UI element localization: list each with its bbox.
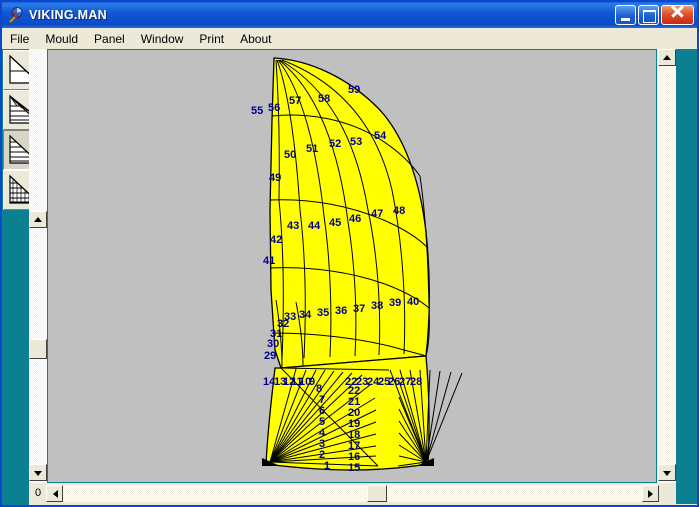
panel-label-48: 48 (393, 205, 405, 217)
right-teal-panel (676, 49, 697, 483)
window-title: VIKING.MAN (29, 8, 107, 22)
panel-label-58: 58 (318, 93, 330, 105)
vscroll-right-down-button[interactable] (658, 464, 676, 481)
panel-label-28: 28 (410, 376, 422, 388)
menu-item-mould[interactable]: Mould (37, 30, 86, 48)
scrollbar-corner (676, 483, 697, 504)
minimize-button[interactable] (615, 5, 636, 25)
menu-item-panel[interactable]: Panel (86, 30, 133, 48)
panel-label-37: 37 (353, 303, 365, 315)
vscroll-right-up-button[interactable] (658, 49, 676, 66)
panel-label-49: 49 (269, 172, 281, 184)
close-button[interactable] (661, 4, 694, 25)
panel-label-56: 56 (268, 102, 280, 114)
panel-label-35: 35 (317, 307, 329, 319)
hscroll-thumb[interactable] (367, 485, 387, 502)
panel-label-55: 55 (251, 105, 263, 117)
drawing-client-area[interactable]: 59 58 57 56 55 54 53 52 51 50 49 48 47 4… (47, 49, 657, 483)
panel-label-29: 29 (264, 350, 276, 362)
vertical-scrollbar-left[interactable] (29, 49, 47, 483)
panel-label-45: 45 (329, 217, 341, 229)
panel-label-39: 39 (389, 297, 401, 309)
window-controls (613, 4, 694, 25)
panel-label-51: 51 (306, 143, 318, 155)
panel-label-30: 30 (267, 338, 279, 350)
app-icon (6, 6, 24, 24)
panel-label-40: 40 (407, 296, 419, 308)
vertical-scrollbar-right[interactable] (658, 49, 676, 483)
application-window: VIKING.MAN File Mould Panel Window Print… (0, 0, 699, 507)
panel-label-41: 41 (263, 255, 275, 267)
panel-label-9: 9 (309, 376, 315, 388)
panel-label-34: 34 (299, 309, 312, 321)
panel-label-1: 1 (324, 460, 330, 472)
vscroll-left-down-button[interactable] (29, 464, 47, 481)
panel-label-54: 54 (374, 130, 387, 142)
panel-label-44: 44 (308, 220, 321, 232)
vscroll-left-thumb[interactable] (29, 339, 47, 359)
menu-item-window[interactable]: Window (133, 30, 192, 48)
panel-label-43: 43 (287, 220, 299, 232)
panel-label-50: 50 (284, 149, 296, 161)
panel-label-15: 15 (348, 462, 360, 474)
panel-label-36: 36 (335, 305, 347, 317)
hscroll-track[interactable] (46, 485, 659, 502)
vscroll-left-track[interactable] (29, 49, 47, 483)
horizontal-scrollbar[interactable] (29, 483, 676, 503)
vscroll-left-up-button[interactable] (29, 211, 47, 228)
menu-item-about[interactable]: About (232, 30, 279, 48)
panel-label-38: 38 (371, 300, 383, 312)
sail-panel-drawing[interactable]: 59 58 57 56 55 54 53 52 51 50 49 48 47 4… (48, 50, 656, 482)
scroll-position-indicator: 0 (30, 485, 46, 502)
panel-label-47: 47 (371, 208, 383, 220)
title-bar: VIKING.MAN (2, 2, 697, 28)
panel-label-57: 57 (289, 95, 301, 107)
menu-item-print[interactable]: Print (191, 30, 232, 48)
hscroll-right-button[interactable] (642, 485, 659, 502)
panel-label-59: 59 (348, 84, 360, 96)
menu-bar: File Mould Panel Window Print About (2, 28, 697, 49)
vscroll-right-track[interactable] (658, 49, 676, 483)
menu-item-file[interactable]: File (2, 30, 37, 48)
hscroll-left-button[interactable] (46, 485, 63, 502)
panel-label-53: 53 (350, 136, 362, 148)
panel-label-42: 42 (270, 234, 282, 246)
panel-label-52: 52 (329, 138, 341, 150)
panel-label-46: 46 (349, 213, 361, 225)
maximize-button[interactable] (638, 5, 659, 25)
